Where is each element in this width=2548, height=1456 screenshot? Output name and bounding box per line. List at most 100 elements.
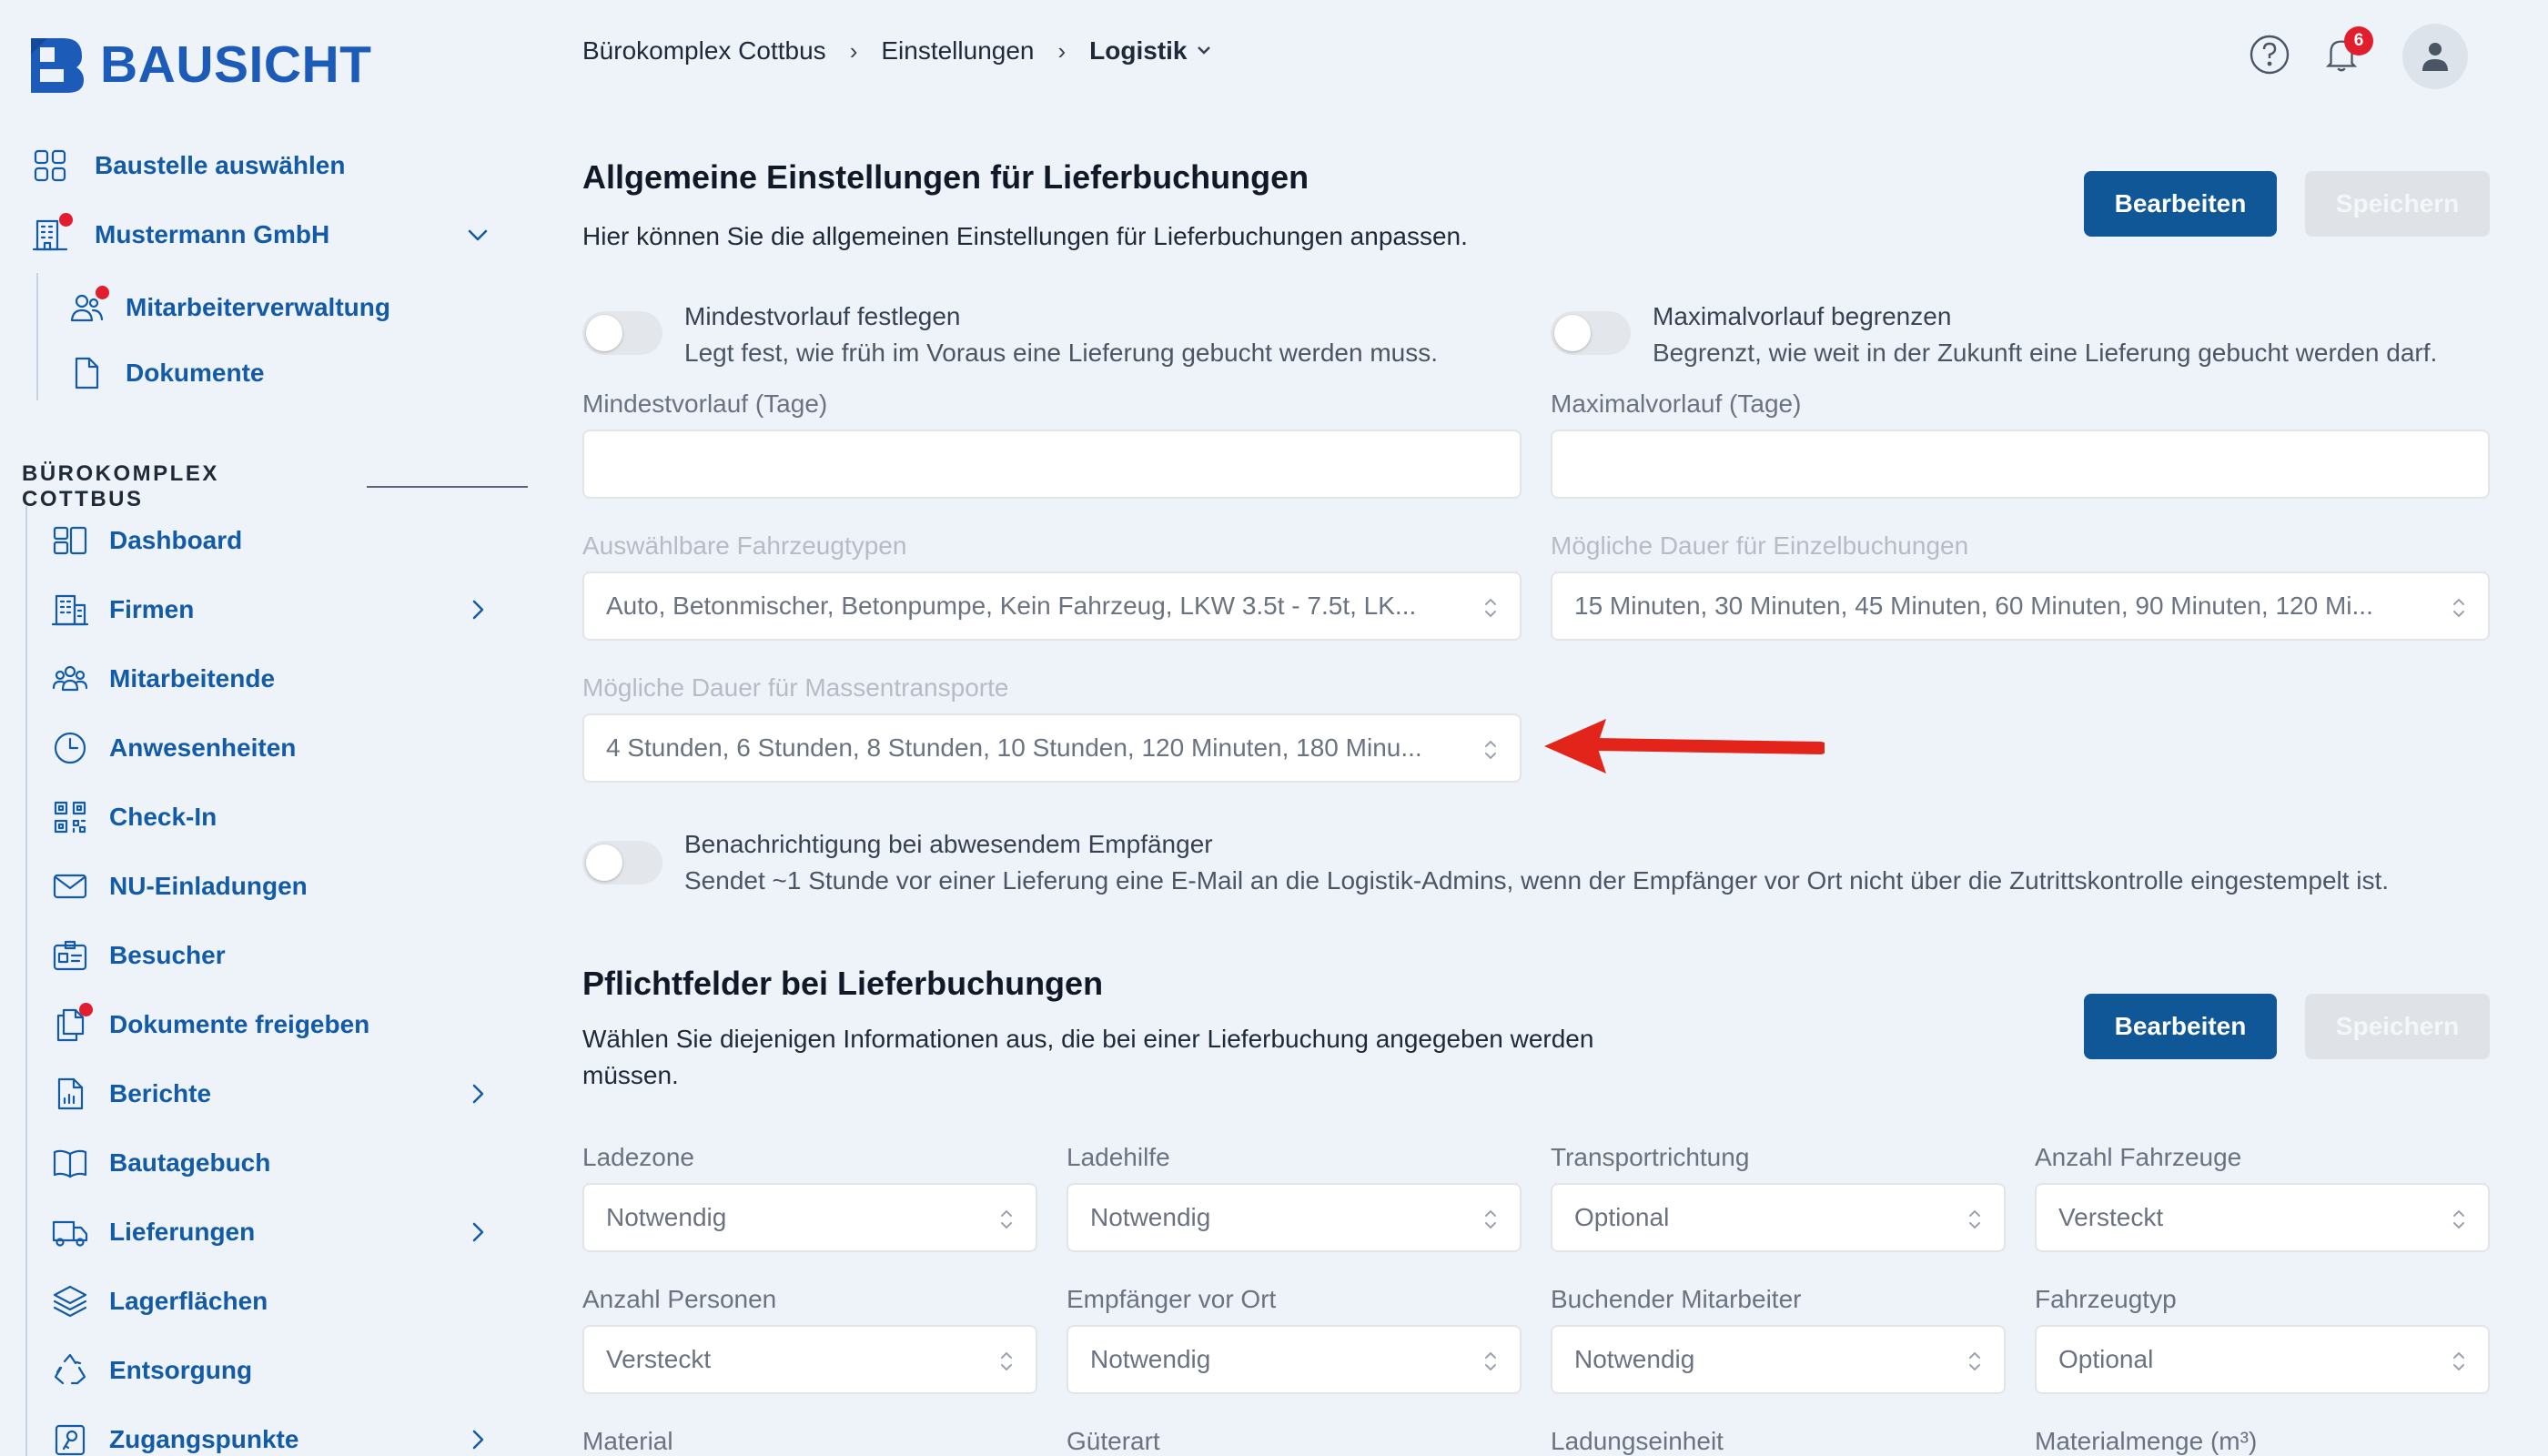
sidebar-item-berichte[interactable]: Berichte — [51, 1067, 211, 1121]
min-days-input[interactable] — [582, 430, 1522, 499]
help-icon[interactable] — [2248, 33, 2291, 81]
sidebar-item-firmen[interactable]: Firmen — [51, 582, 194, 637]
field-label: Buchender Mitarbeiter — [1551, 1285, 1802, 1313]
max-days-input[interactable] — [1551, 430, 2490, 499]
chevron-right-icon[interactable] — [464, 1080, 491, 1107]
required-select-ladehilfe[interactable]: Notwendig — [1067, 1183, 1522, 1252]
chevron-up-down-icon — [997, 1349, 1016, 1374]
required-select-buchender-mitarbeiter[interactable]: Notwendig — [1551, 1325, 2006, 1394]
book-icon — [51, 1144, 89, 1182]
field-label: Fahrzeugtyp — [2035, 1285, 2177, 1313]
sidebar-item-label: Lagerflächen — [109, 1287, 268, 1315]
required-fields-title: Pflichtfelder bei Lieferbuchungen — [582, 965, 1104, 1002]
select-value: 15 Minuten, 30 Minuten, 45 Minuten, 60 M… — [1574, 592, 2373, 620]
chevron-right-icon[interactable] — [464, 1426, 491, 1453]
sidebar-item-zugangspunkte[interactable]: Zugangspunkte — [51, 1412, 298, 1456]
general-edit-button[interactable]: Bearbeiten — [2084, 171, 2277, 237]
section-line — [25, 506, 27, 1456]
report-icon — [51, 1075, 89, 1113]
sidebar-item-label: Zugangspunkte — [109, 1425, 299, 1453]
mass-duration-select[interactable]: 4 Stunden, 6 Stunden, 8 Stunden, 10 Stun… — [582, 713, 1522, 783]
sidebar-item-entsorgung[interactable]: Entsorgung — [51, 1343, 252, 1398]
sidebar-item-label: Dashboard — [109, 526, 243, 554]
avatar[interactable] — [2402, 24, 2468, 89]
app-logo[interactable]: BAUSICHT — [27, 35, 372, 95]
section-title-text: BÜROKOMPLEX COTTBUS — [22, 461, 219, 511]
min-lead-toggle[interactable] — [582, 311, 662, 355]
chevron-right-icon[interactable] — [464, 1218, 491, 1246]
sidebar-item-dokumente-freigeben[interactable]: Dokumente freigeben — [51, 997, 369, 1052]
max-lead-toggle-title: Maximalvorlauf begrenzen — [1653, 302, 1952, 330]
sidebar-item-mitarbeiterverwaltung[interactable]: Mitarbeiterverwaltung — [67, 280, 390, 335]
sidebar-item-dashboard[interactable]: Dashboard — [51, 513, 242, 568]
select-value: Notwendig — [1090, 1345, 1211, 1373]
chevron-down-icon[interactable] — [1188, 36, 1213, 66]
field-label: Güterart — [1067, 1427, 1160, 1455]
sidebar-item-dokumente[interactable]: Dokumente — [67, 346, 264, 400]
required-select-empfaenger-vor-ort[interactable]: Notwendig — [1067, 1325, 1522, 1394]
dashboard-icon — [51, 521, 89, 560]
notification-dot — [79, 1003, 93, 1016]
required-save-button[interactable]: Speichern — [2305, 994, 2490, 1059]
required-select-anzahl-fahrzeuge[interactable]: Versteckt — [2035, 1183, 2490, 1252]
max-lead-toggle[interactable] — [1551, 311, 1631, 355]
clock-icon — [51, 729, 89, 767]
absent-recipient-toggle[interactable] — [582, 841, 662, 885]
sidebar-item-mustermann-gmbh[interactable]: Mustermann GmbH — [31, 207, 329, 262]
chevron-up-down-icon — [997, 1207, 1016, 1232]
documents-icon — [51, 1003, 93, 1044]
required-edit-button[interactable]: Bearbeiten — [2084, 994, 2277, 1059]
breadcrumb-item-logistik[interactable]: Logistik — [1089, 36, 1187, 66]
min-lead-toggle-title: Mindestvorlauf festlegen — [684, 302, 961, 330]
breadcrumb-separator: › — [849, 36, 858, 65]
breadcrumb-item-settings[interactable]: Einstellungen — [881, 36, 1034, 66]
vehicle-types-label: Auswählbare Fahrzeugtypen — [582, 531, 907, 560]
required-select-ladezone[interactable]: Notwendig — [582, 1183, 1037, 1252]
chevron-right-icon[interactable] — [464, 596, 491, 623]
mail-icon — [51, 867, 89, 905]
app-name: BAUSICHT — [100, 35, 372, 94]
breadcrumb-separator: › — [1057, 36, 1067, 65]
sidebar-item-anwesenheiten[interactable]: Anwesenheiten — [51, 721, 296, 775]
notification-count-badge: 6 — [2344, 25, 2373, 56]
sidebar-item-lagerflaechen[interactable]: Lagerflächen — [51, 1274, 268, 1329]
users-icon — [67, 286, 109, 327]
required-select-fahrzeugtyp[interactable]: Optional — [2035, 1325, 2490, 1394]
notifications-button[interactable]: 6 — [2320, 25, 2373, 80]
visitor-badge-icon — [51, 936, 89, 975]
sidebar-item-besucher[interactable]: Besucher — [51, 928, 226, 983]
sidebar-item-nu-einladungen[interactable]: NU-Einladungen — [51, 859, 308, 914]
sidebar-item-lieferungen[interactable]: Lieferungen — [51, 1205, 255, 1259]
field-label: Ladungseinheit — [1551, 1427, 1724, 1455]
select-value: Optional — [2058, 1345, 2154, 1373]
chevron-down-icon[interactable] — [464, 221, 491, 248]
chevron-up-down-icon — [1481, 737, 1500, 763]
breadcrumb-item-site[interactable]: Bürokomplex Cottbus — [582, 36, 826, 66]
grid-icon — [31, 147, 69, 185]
sidebar-item-label: Anwesenheiten — [109, 733, 297, 762]
general-save-button[interactable]: Speichern — [2305, 171, 2490, 237]
chevron-up-down-icon — [2450, 1349, 2468, 1374]
required-select-transportrichtung[interactable]: Optional — [1551, 1183, 2006, 1252]
sidebar-item-bautagebuch[interactable]: Bautagebuch — [51, 1136, 270, 1190]
sidebar-item-label: NU-Einladungen — [109, 872, 308, 900]
sidebar-item-mitarbeitende[interactable]: Mitarbeitende — [51, 652, 275, 706]
building-icon — [31, 213, 73, 254]
sidebar-item-label: Check-In — [109, 803, 217, 831]
required-select-anzahl-personen[interactable]: Versteckt — [582, 1325, 1037, 1394]
sidebar-item-baustelle-auswaehlen[interactable]: Baustelle auswählen — [31, 138, 345, 193]
max-days-label: Maximalvorlauf (Tage) — [1551, 389, 1802, 418]
min-days-label: Mindestvorlauf (Tage) — [582, 389, 828, 418]
single-duration-select[interactable]: 15 Minuten, 30 Minuten, 45 Minuten, 60 M… — [1551, 571, 2490, 641]
annotation-arrow — [1544, 719, 1825, 774]
select-value: Versteckt — [2058, 1203, 2164, 1231]
field-label: Empfänger vor Ort — [1067, 1285, 1277, 1313]
absent-recipient-toggle-title: Benachrichtigung bei abwesendem Empfänge… — [684, 830, 1213, 858]
select-value: Optional — [1574, 1203, 1670, 1231]
sidebar-item-check-in[interactable]: Check-In — [51, 790, 217, 844]
field-label: Anzahl Personen — [582, 1285, 777, 1313]
sidebar-item-label: Dokumente freigeben — [109, 1010, 370, 1038]
vehicle-types-select[interactable]: Auto, Betonmischer, Betonpumpe, Kein Fah… — [582, 571, 1522, 641]
sidebar: BAUSICHT Baustelle auswählen Mustermann … — [0, 0, 528, 1456]
sidebar-item-label: Mustermann GmbH — [95, 220, 330, 248]
